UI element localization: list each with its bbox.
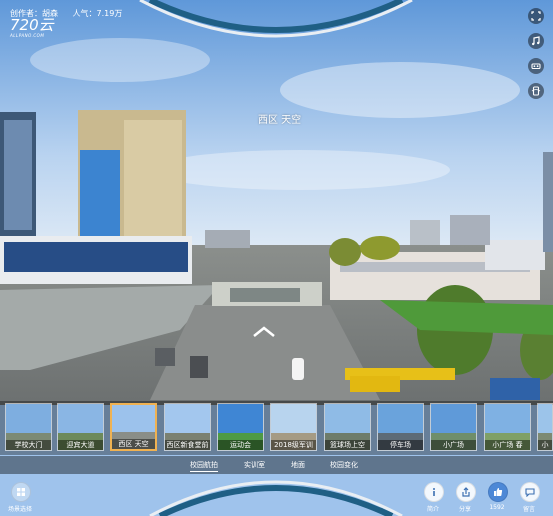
comment-button[interactable] (520, 482, 540, 502)
comment-icon (525, 488, 535, 497)
info-button[interactable] (424, 482, 444, 502)
info-label: 简介 (426, 506, 439, 513)
music-icon[interactable] (528, 33, 544, 49)
scene-thumb-west-sky[interactable]: 西区 天空 (110, 403, 157, 451)
fullscreen-icon[interactable] (528, 8, 544, 24)
thumbs-up-icon (494, 488, 503, 496)
like-button[interactable] (488, 482, 508, 502)
scene-thumb-sports-meet[interactable]: 运动会 (217, 403, 264, 451)
scene-thumb-school-gate[interactable]: 学校大门 (5, 403, 52, 451)
vr-icon[interactable] (528, 58, 544, 74)
tab-aerial[interactable]: 校园航拍 (190, 460, 218, 472)
scene-select-label: 场景选择 (7, 506, 32, 513)
grid-icon (17, 488, 25, 496)
scene-thumb-welcome-avenue[interactable]: 迎宾大道 (57, 403, 104, 451)
scene-thumb-small-square[interactable]: 小广场 (430, 403, 477, 451)
share-label: 分享 (458, 506, 471, 513)
tab-ground[interactable]: 地面 (291, 460, 305, 470)
scene-thumb-parking-lot[interactable]: 停车场 (377, 403, 424, 451)
scene-thumb-basketball-court[interactable]: 篮球场上空 (324, 403, 371, 451)
scene-thumb-military-training[interactable]: 2018级军训 (270, 403, 317, 451)
scene-thumb-west-canteen[interactable]: 西区新食堂前 (164, 403, 211, 451)
comment-label: 留言 (522, 506, 535, 513)
tab-training-rooms[interactable]: 实训室 (244, 460, 265, 470)
share-icon (462, 487, 470, 497)
tab-campus-changes[interactable]: 校园变化 (330, 460, 358, 470)
scene-thumb-small-square-spring[interactable]: 小广场 春 (484, 403, 531, 451)
share-button[interactable] (456, 482, 476, 502)
views-label: 人气：7.19万 (72, 9, 123, 18)
scene-select-button[interactable] (11, 482, 31, 502)
like-count: 1592 (489, 504, 505, 511)
brand-logo: 720云 ALLPANO.COM (10, 16, 54, 38)
gyroscope-icon[interactable] (528, 83, 544, 99)
info-icon (433, 488, 435, 496)
scene-group-tabs: 校园航拍 实训室 地面 校园变化 (0, 456, 553, 474)
scene-hotspot-label[interactable]: 西区 天空 (258, 111, 301, 126)
scene-thumbnail-strip: 学校大门 迎宾大道 西区 天空 西区新食堂前 运动会 2018级军训 篮球场上空… (0, 401, 553, 455)
scene-thumb-partial[interactable]: 小 (537, 403, 553, 451)
